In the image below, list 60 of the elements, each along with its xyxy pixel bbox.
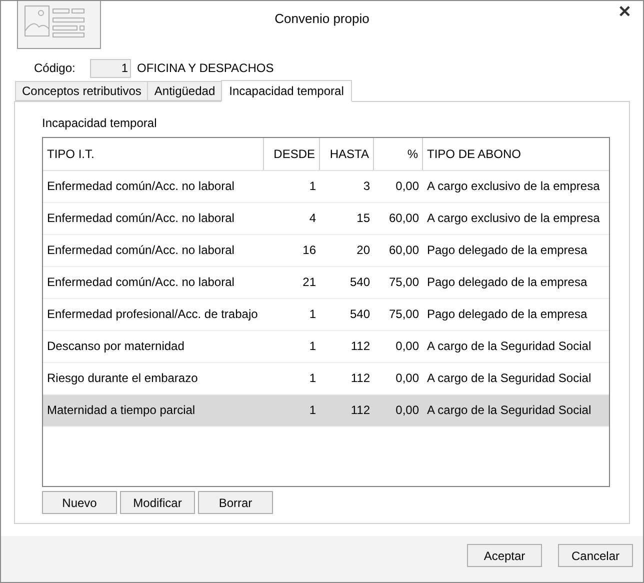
table-cell-text: Enfermedad común/Acc. no laboral bbox=[46, 242, 236, 259]
table-cell-text: 112 bbox=[350, 402, 371, 419]
table-cell-text: 1 bbox=[308, 370, 317, 387]
table-cell-text: 75,00 bbox=[388, 306, 420, 323]
table-cell-text: 1 bbox=[308, 338, 317, 355]
table-cell-text: 1 bbox=[308, 178, 317, 195]
column-header[interactable]: TIPO I.T. bbox=[43, 138, 264, 170]
column-header[interactable]: HASTA bbox=[320, 138, 374, 170]
tab[interactable]: Incapacidad temporal bbox=[221, 80, 352, 102]
table-cell-text: 0,00 bbox=[394, 370, 420, 387]
table-cell-text: 75,00 bbox=[388, 274, 420, 291]
column-header[interactable]: DESDE bbox=[264, 138, 320, 170]
table-cell-text: A cargo exclusivo de la empresa bbox=[426, 178, 601, 195]
table-cell-text: Maternidad a tiempo parcial bbox=[46, 402, 196, 419]
dialog-button[interactable]: Aceptar bbox=[467, 544, 542, 567]
section-title: Incapacidad temporal bbox=[42, 115, 158, 132]
table-cell-text: A cargo de la Seguridad Social bbox=[426, 370, 592, 387]
table-action-button[interactable]: Borrar bbox=[198, 491, 273, 514]
table-cell-text: 0,00 bbox=[394, 402, 420, 419]
table-cell-text: 60,00 bbox=[388, 242, 420, 259]
table-row[interactable]: Maternidad a tiempo parcial 1 112 0,00 A cargo de la Seguridad Social bbox=[43, 395, 609, 427]
table-cell-text: 15 bbox=[356, 210, 371, 227]
table-cell-text: 16 bbox=[302, 242, 317, 259]
tab[interactable]: Antigüedad bbox=[147, 81, 222, 101]
table-cell-text: 1 bbox=[308, 402, 317, 419]
table-cell-text: 21 bbox=[302, 274, 317, 291]
window-title: Convenio propio bbox=[274, 10, 370, 28]
table-cell-text: 4 bbox=[308, 210, 317, 227]
codigo-field[interactable]: 1 bbox=[90, 58, 131, 78]
table-cell-text: Pago delegado de la empresa bbox=[426, 242, 588, 259]
table-cell-text: Descanso por maternidad bbox=[46, 338, 186, 355]
column-header[interactable]: % bbox=[374, 138, 423, 170]
table-cell-text: Enfermedad profesional/Acc. de trabajo bbox=[46, 306, 259, 323]
column-header[interactable]: TIPO DE ABONO bbox=[423, 138, 609, 170]
table-action-button[interactable]: Modificar bbox=[120, 491, 195, 514]
table-cell-text: Enfermedad común/Acc. no laboral bbox=[46, 178, 236, 195]
table-cell-text: A cargo de la Seguridad Social bbox=[426, 402, 592, 419]
table-cell-text: 0,00 bbox=[394, 338, 420, 355]
tab[interactable]: Conceptos retributivos bbox=[15, 81, 148, 101]
table-cell-text: Enfermedad común/Acc. no laboral bbox=[46, 210, 236, 227]
table-cell-text: 20 bbox=[356, 242, 371, 259]
table-cell-text: A cargo exclusivo de la empresa bbox=[426, 210, 601, 227]
table-cell-text: 60,00 bbox=[388, 210, 420, 227]
table-cell-text: 112 bbox=[350, 338, 371, 355]
table-cell-text: 112 bbox=[350, 370, 371, 387]
table-cell-text: Pago delegado de la empresa bbox=[426, 274, 588, 291]
table-cell-text: 0,00 bbox=[394, 178, 420, 195]
dialog-button[interactable]: Cancelar bbox=[558, 544, 633, 567]
table-cell-text: A cargo de la Seguridad Social bbox=[426, 338, 592, 355]
convenio-name: OFICINA Y DESPACHOS bbox=[137, 60, 274, 77]
close-button[interactable]: ✕ bbox=[618, 5, 631, 21]
table-cell-text: 3 bbox=[362, 178, 371, 195]
table-cell-text: Riesgo durante el embarazo bbox=[46, 370, 199, 387]
table-cell-text: 1 bbox=[308, 306, 317, 323]
table-action-button[interactable]: Nuevo bbox=[42, 491, 117, 514]
table-cell-text: 540 bbox=[348, 274, 371, 291]
codigo-label: Código: bbox=[34, 60, 76, 77]
table-cell-text: Enfermedad común/Acc. no laboral bbox=[46, 274, 236, 291]
table-cell-text: 540 bbox=[348, 306, 371, 323]
table-cell-text: Pago delegado de la empresa bbox=[426, 306, 588, 323]
